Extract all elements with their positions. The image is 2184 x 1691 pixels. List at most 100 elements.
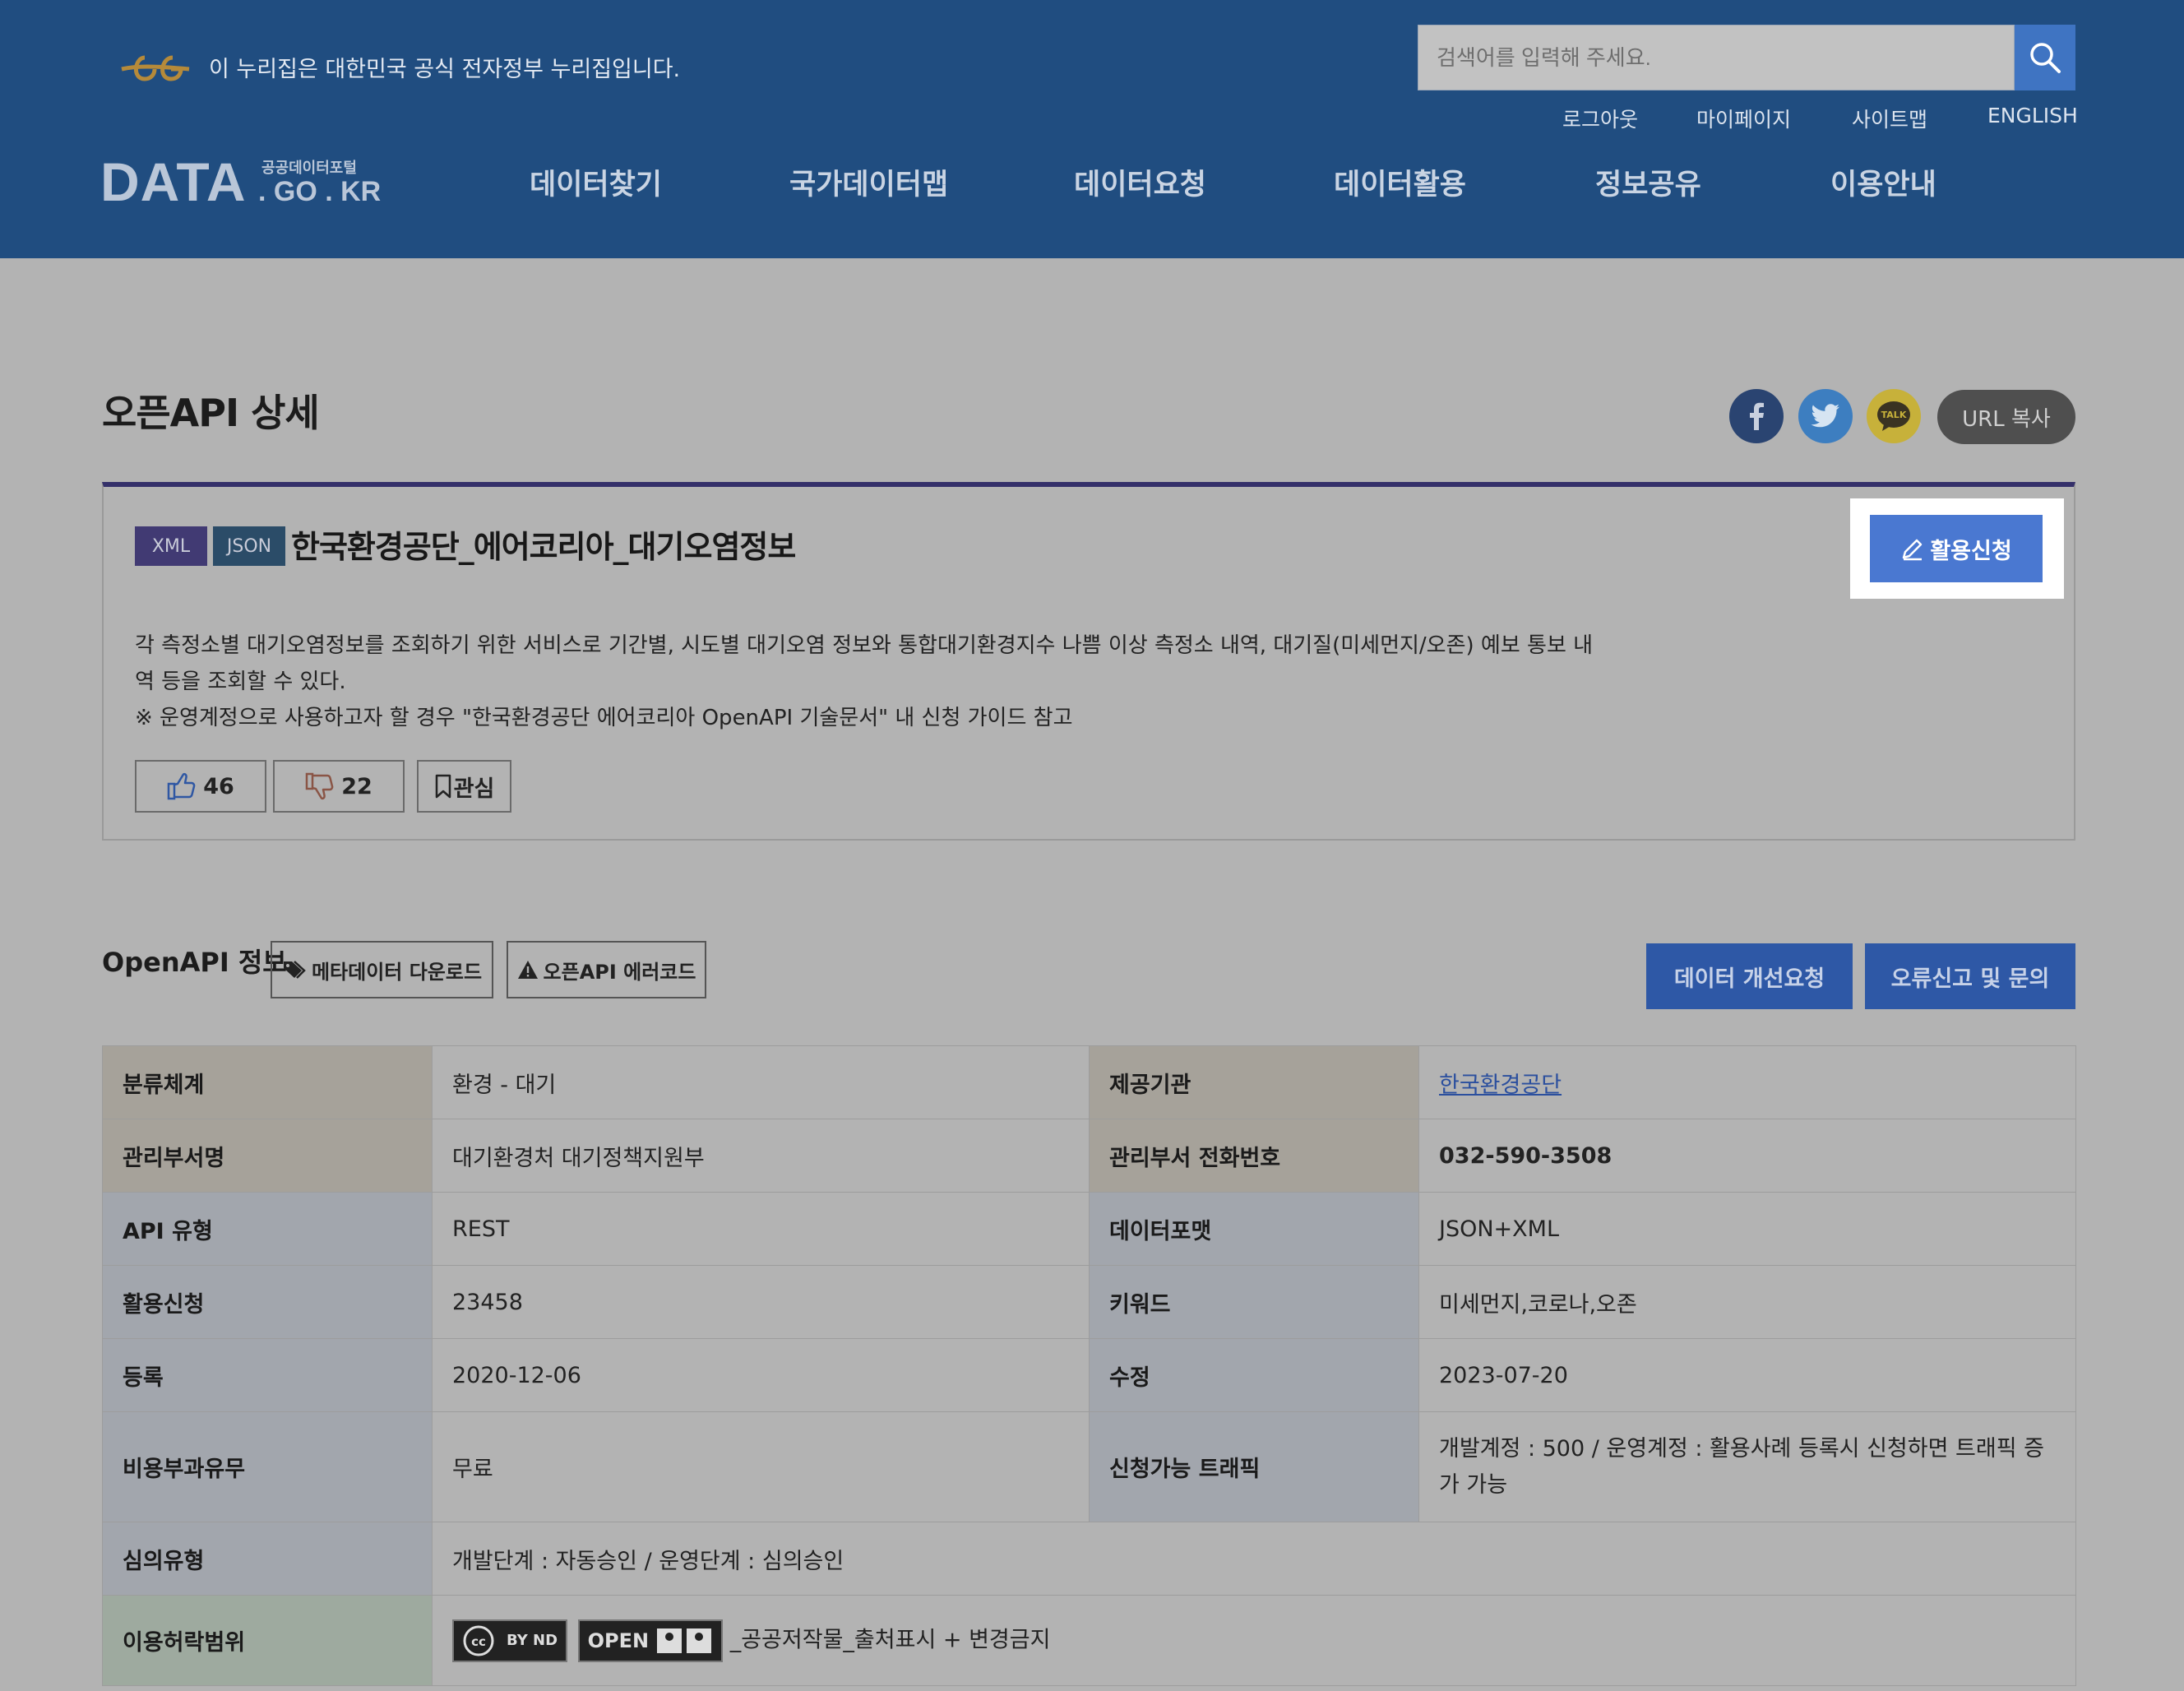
table-label: 심의유형 [102, 1522, 433, 1596]
license-value-cell: cc BY ND OPEN _공공저작물_출처표시 + 변경금지 [432, 1595, 2076, 1686]
api-description-line-3: ※ 운영계정으로 사용하고자 할 경우 "한국환경공단 에어코리아 OpenAP… [135, 706, 1073, 730]
table-value: 환경 - 대기 [432, 1045, 1090, 1119]
tag-icon [283, 961, 306, 979]
nav-data-request[interactable]: 데이터요청 [1074, 161, 1206, 203]
logo-main-text: DATA [100, 151, 247, 212]
table-value: 23458 [432, 1265, 1090, 1339]
kakaotalk-share-button[interactable]: TALK [1867, 389, 1921, 443]
pencil-icon [1903, 539, 1923, 561]
table-value: 2023-07-20 [1418, 1338, 2076, 1412]
svg-text:cc: cc [471, 1634, 486, 1649]
creative-commons-icon: cc [463, 1625, 494, 1656]
data-improvement-request-button[interactable]: 데이터 개선요청 [1646, 943, 1853, 1009]
sitemap-link[interactable]: 사이트맵 [1852, 104, 1927, 133]
table-value: 대기환경처 대기정책지원부 [432, 1119, 1090, 1193]
api-description-line-1: 각 측정소별 대기오염정보를 조회하기 위한 서비스로 기간별, 시도별 대기오… [135, 633, 1594, 658]
apply-use-label: 활용신청 [1930, 538, 2012, 564]
nav-find-data[interactable]: 데이터찾기 [530, 161, 662, 203]
table-label: API 유형 [102, 1192, 433, 1266]
table-label: 분류체계 [102, 1045, 433, 1119]
table-label: 이용허락범위 [102, 1595, 433, 1686]
apply-use-button[interactable]: 활용신청 [1870, 515, 2043, 582]
table-label: 수정 [1089, 1338, 1419, 1412]
table-label: 관리부서명 [102, 1119, 433, 1193]
search-input[interactable] [1418, 25, 2014, 90]
twitter-share-button[interactable] [1798, 389, 1853, 443]
table-value: 무료 [432, 1411, 1090, 1522]
table-label: 제공기관 [1089, 1045, 1419, 1119]
government-emblem-icon [121, 55, 190, 81]
kogl-open-license-icon: OPEN [577, 1619, 724, 1662]
kakaotalk-icon: TALK [1877, 401, 1910, 431]
kogl-open-text: OPEN [587, 1628, 650, 1652]
api-title: 한국환경공단_에어코리아_대기오염정보 [291, 529, 796, 565]
openapi-info-table: 분류체계 환경 - 대기 제공기관 한국환경공단 관리부서명 대기환경처 대기정… [102, 1045, 2076, 1686]
table-label: 신청가능 트래픽 [1089, 1411, 1419, 1522]
logo-sub-text: 공공데이터포털 [261, 160, 357, 177]
kogl-type-icon [657, 1628, 712, 1653]
table-value: 미세먼지,코로나,오존 [1418, 1265, 2076, 1339]
error-code-button[interactable]: 오픈API 에러코드 [507, 941, 706, 998]
table-value: REST [432, 1192, 1090, 1266]
url-copy-button[interactable]: URL 복사 [1937, 390, 2075, 444]
table-row: 분류체계 환경 - 대기 제공기관 한국환경공단 [102, 1045, 2076, 1119]
nav-info-share[interactable]: 정보공유 [1595, 161, 1701, 203]
openapi-info-title: OpenAPI 정보 [102, 947, 287, 978]
table-row: 심의유형 개발단계 : 자동승인 / 운영단계 : 심의승인 [102, 1522, 2076, 1596]
provider-link[interactable]: 한국환경공단 [1439, 1073, 1562, 1098]
site-header: 이 누리집은 대한민국 공식 전자정부 누리집입니다. 로그아웃 마이페이지 사… [0, 0, 2184, 258]
table-row: 등록 2020-12-06 수정 2023-07-20 [102, 1338, 2076, 1412]
table-label: 활용신청 [102, 1265, 433, 1339]
like-button[interactable]: 46 [135, 760, 266, 813]
facebook-icon [1750, 402, 1764, 430]
metadata-download-button[interactable]: 메타데이터 다운로드 [271, 941, 493, 998]
logout-link[interactable]: 로그아웃 [1562, 104, 1638, 133]
table-label: 관리부서 전화번호 [1089, 1119, 1419, 1193]
bookmark-icon [435, 774, 451, 799]
xml-format-badge: XML [135, 526, 207, 566]
table-row: 관리부서명 대기환경처 대기정책지원부 관리부서 전화번호 032-590-35… [102, 1119, 2076, 1193]
nav-guide[interactable]: 이용안내 [1830, 161, 1936, 203]
table-row: 이용허락범위 cc BY ND OPEN _공공저작물_출처표시 + 변경금지 [102, 1595, 2076, 1686]
table-row: API 유형 REST 데이터포맷 JSON+XML [102, 1192, 2076, 1266]
table-value: JSON+XML [1418, 1192, 2076, 1266]
table-value: 개발단계 : 자동승인 / 운영단계 : 심의승인 [432, 1522, 2076, 1596]
kakao-talk-label: TALK [1881, 410, 1907, 420]
bookmark-button[interactable]: 관심 [417, 760, 511, 813]
twitter-icon [1811, 404, 1839, 428]
search-button[interactable] [2015, 25, 2075, 90]
cc-badge-text: BY ND [507, 1632, 558, 1649]
error-code-label: 오픈API 에러코드 [543, 960, 696, 984]
license-text: _공공저작물_출처표시 + 변경금지 [729, 1627, 1051, 1652]
error-report-inquiry-button[interactable]: 오류신고 및 문의 [1865, 943, 2075, 1009]
logo-domain-text: . GO . KR [258, 176, 382, 207]
nav-data-use[interactable]: 데이터활용 [1334, 161, 1466, 203]
table-row: 활용신청 23458 키워드 미세먼지,코로나,오존 [102, 1265, 2076, 1339]
cc-by-nd-license-icon: cc BY ND [452, 1619, 568, 1662]
table-value: 개발계정 : 500 / 운영계정 : 활용사례 등록시 신청하면 트래픽 증가… [1418, 1411, 2076, 1522]
dislike-button[interactable]: 22 [273, 760, 405, 813]
table-value: 032-590-3508 [1418, 1119, 2076, 1193]
mypage-link[interactable]: 마이페이지 [1696, 104, 1791, 133]
facebook-share-button[interactable] [1729, 389, 1784, 443]
dislike-count: 22 [341, 773, 372, 799]
thumbs-down-icon [305, 772, 334, 800]
search-field[interactable] [1418, 25, 2015, 90]
nav-national-data-map[interactable]: 국가데이터맵 [789, 161, 948, 203]
table-label: 비용부과유무 [102, 1411, 433, 1522]
search-icon [2030, 43, 2061, 73]
like-count: 46 [203, 773, 234, 799]
table-label: 키워드 [1089, 1265, 1419, 1339]
table-value: 2020-12-06 [432, 1338, 1090, 1412]
table-row: 비용부과유무 무료 신청가능 트래픽 개발계정 : 500 / 운영계정 : 활… [102, 1411, 2076, 1522]
english-link[interactable]: ENGLISH [1987, 104, 2078, 127]
gov-notice-text: 이 누리집은 대한민국 공식 전자정부 누리집입니다. [209, 57, 681, 82]
data-go-kr-logo[interactable]: DATA 공공데이터포털 . GO . KR [100, 151, 388, 212]
warning-icon [517, 961, 538, 979]
table-value: 한국환경공단 [1418, 1045, 2076, 1119]
json-format-badge: JSON [213, 526, 285, 566]
thumbs-up-icon [167, 772, 196, 800]
api-description-line-2: 역 등을 조회할 수 있다. [135, 669, 346, 694]
bookmark-label: 관심 [453, 776, 495, 802]
table-label: 등록 [102, 1338, 433, 1412]
